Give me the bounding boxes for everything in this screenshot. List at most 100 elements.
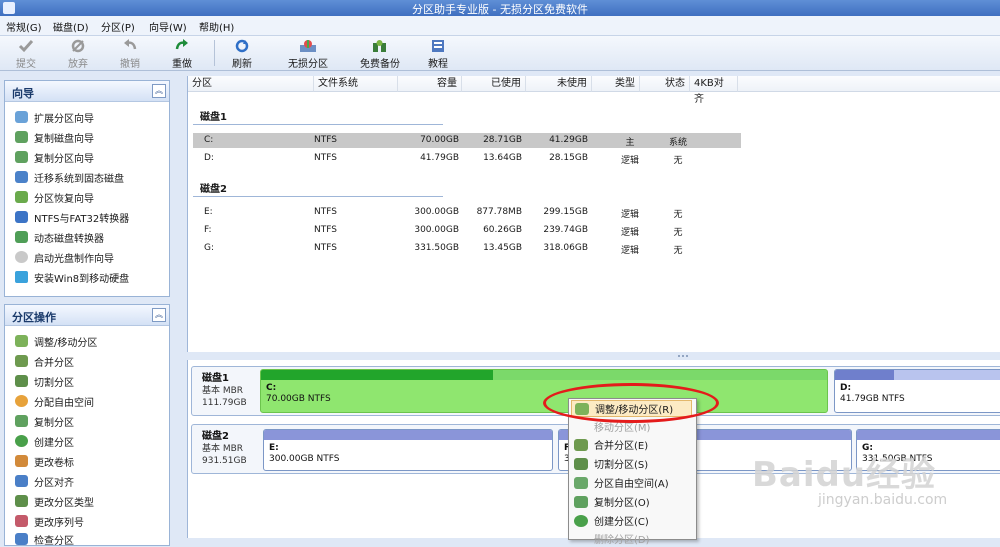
table-row[interactable]: D: NTFS 41.79GB 13.64GB 28.15GB 逻辑 无 — [193, 151, 741, 166]
type-icon — [15, 495, 28, 507]
table-row[interactable]: C: NTFS 70.00GB 28.71GB 41.29GB 主 系统 — [193, 133, 741, 148]
ctx-split[interactable]: 切割分区(S) — [571, 455, 692, 472]
refresh-icon — [233, 38, 251, 53]
partition-d[interactable]: D: 41.79GB NTFS — [834, 369, 1000, 413]
refresh-button[interactable]: 刷新 — [228, 38, 256, 70]
op-label: 更改卷标 — [34, 457, 74, 469]
col-status[interactable]: 状态 — [640, 76, 690, 92]
menu-bar: 常规(G) 磁盘(D) 分区(P) 向导(W) 帮助(H) — [0, 16, 1000, 36]
free-backup-button[interactable]: 免费备份 — [356, 38, 404, 70]
col-used[interactable]: 已使用 — [462, 76, 526, 92]
wizard-item-copy-disk[interactable]: 复制磁盘向导 — [15, 129, 94, 145]
op-label: 分区对齐 — [34, 477, 74, 489]
table-row[interactable]: E: NTFS 300.00GB 877.78MB 299.15GB 逻辑 无 — [193, 205, 741, 220]
toolbar: 提交 放弃 撤销 重做 刷新 无损分区 免费备份 教程 — [0, 36, 1000, 71]
disk2-label: 磁盘2 — [202, 431, 229, 442]
op-split[interactable]: 切割分区 — [15, 373, 74, 389]
ctx-delete[interactable]: 删除分区(D) — [571, 530, 692, 547]
wizard-item-migrate-ssd[interactable]: 迁移系统到固态磁盘 — [15, 169, 124, 185]
wizard-item-extend[interactable]: 扩展分区向导 — [15, 109, 94, 125]
col-filesystem[interactable]: 文件系统 — [314, 76, 398, 92]
menu-help[interactable]: 帮助(H) — [199, 19, 234, 34]
op-create[interactable]: 创建分区 — [15, 433, 74, 449]
commit-button[interactable]: 提交 — [12, 38, 40, 70]
op-align[interactable]: 分区对齐 — [15, 473, 74, 489]
wizard-panel-header: 向导 ︽ — [5, 81, 169, 102]
redo-icon — [173, 38, 191, 53]
wizard-item-ntfs-fat32[interactable]: NTFS与FAT32转换器 — [15, 209, 129, 225]
op-merge[interactable]: 合并分区 — [15, 353, 74, 369]
collapse-chevron-icon[interactable]: ︽ — [152, 84, 166, 98]
ctx-merge[interactable]: 合并分区(E) — [571, 436, 692, 453]
ctx-label: 切割分区(S) — [594, 460, 649, 471]
move-icon — [574, 421, 588, 433]
discard-button[interactable]: 放弃 — [63, 38, 93, 70]
col-4k-align[interactable]: 4KB对齐 — [690, 76, 738, 105]
partition-e[interactable]: E: 300.00GB NTFS — [263, 429, 553, 471]
partition-d-used-bar — [835, 370, 894, 380]
col-free[interactable]: 未使用 — [526, 76, 592, 92]
partition-c-used-bar — [261, 370, 494, 380]
split-icon — [574, 457, 588, 470]
op-allocate-free[interactable]: 分配自由空间 — [15, 393, 94, 409]
op-check[interactable]: 检查分区 — [15, 531, 74, 547]
wizard-item-recovery[interactable]: 分区恢复向导 — [15, 189, 94, 205]
tutorial-button[interactable]: 教程 — [425, 38, 451, 70]
ctx-copy[interactable]: 复制分区(O) — [571, 493, 692, 510]
op-copy[interactable]: 复制分区 — [15, 413, 74, 429]
cell-status: 无 — [673, 246, 683, 256]
op-label: 更改序列号 — [34, 517, 84, 529]
cd-icon — [15, 251, 28, 263]
wizard-item-label: 安装Win8到移动硬盘 — [34, 273, 130, 285]
wizard-item-boot-cd[interactable]: 启动光盘制作向导 — [15, 249, 114, 265]
cell-used: 13.45GB — [483, 243, 522, 253]
op-change-serial[interactable]: 更改序列号 — [15, 513, 84, 529]
lossless-partition-label: 无损分区 — [288, 59, 328, 70]
collapse-chevron-icon[interactable]: ︽ — [152, 308, 166, 322]
ops-panel-title: 分区操作 — [12, 311, 56, 324]
wizard-panel-title: 向导 — [12, 87, 34, 100]
undo-button[interactable]: 撤销 — [115, 38, 145, 70]
label-icon — [15, 455, 28, 467]
col-partition[interactable]: 分区 — [188, 76, 314, 92]
disk1-label: 磁盘1 — [202, 373, 229, 384]
cell-fs: NTFS — [314, 225, 337, 235]
cell-partition: F: — [204, 225, 212, 235]
disk1-heading: 磁盘1 — [200, 112, 227, 123]
merge-icon — [15, 355, 28, 367]
menu-wizard[interactable]: 向导(W) — [149, 19, 187, 34]
col-capacity[interactable]: 容量 — [398, 76, 462, 92]
wizard-item-copy-partition[interactable]: 复制分区向导 — [15, 149, 94, 165]
free-backup-label: 免费备份 — [360, 59, 400, 70]
check-icon — [17, 38, 35, 53]
ctx-allocate[interactable]: 分区自由空间(A) — [571, 474, 692, 491]
cell-free: 299.15GB — [543, 207, 588, 217]
cell-free: 318.06GB — [543, 243, 588, 253]
cell-type: 逻辑 — [620, 246, 639, 256]
ctx-create[interactable]: 创建分区(C) — [571, 512, 692, 529]
op-change-label[interactable]: 更改卷标 — [15, 453, 74, 469]
convert-icon — [15, 211, 28, 223]
lossless-partition-button[interactable]: 无损分区 — [284, 38, 332, 70]
op-change-type[interactable]: 更改分区类型 — [15, 493, 94, 509]
allocate-icon — [574, 476, 588, 489]
cell-free: 239.74GB — [543, 225, 588, 235]
ssd-icon — [15, 171, 28, 183]
table-row[interactable]: F: NTFS 300.00GB 60.26GB 239.74GB 逻辑 无 — [193, 223, 741, 238]
wizard-item-win8-usb[interactable]: 安装Win8到移动硬盘 — [15, 269, 129, 285]
menu-general[interactable]: 常规(G) — [6, 19, 42, 34]
menu-disk[interactable]: 磁盘(D) — [53, 19, 89, 34]
ops-panel-header: 分区操作 ︽ — [5, 305, 169, 326]
col-filler — [738, 76, 1000, 92]
split-icon — [15, 375, 28, 387]
cell-capacity: 331.50GB — [414, 243, 459, 253]
wizard-item-label: 复制磁盘向导 — [34, 133, 94, 145]
wizard-item-dynamic-disk[interactable]: 动态磁盘转换器 — [15, 229, 104, 245]
col-type[interactable]: 类型 — [592, 76, 640, 92]
table-row[interactable]: G: NTFS 331.50GB 13.45GB 318.06GB 逻辑 无 — [193, 241, 741, 256]
panel-splitter[interactable] — [187, 352, 1000, 360]
menu-partition[interactable]: 分区(P) — [101, 19, 135, 34]
redo-button[interactable]: 重做 — [167, 38, 197, 70]
op-resize-move[interactable]: 调整/移动分区 — [15, 333, 97, 349]
cell-fs: NTFS — [314, 153, 337, 163]
